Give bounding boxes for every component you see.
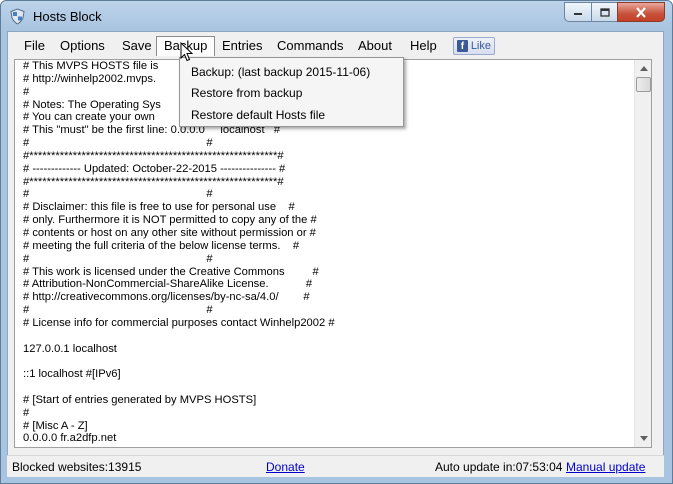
- menu-entries[interactable]: Entries: [215, 36, 269, 56]
- manual-update-link[interactable]: Manual update: [566, 460, 645, 474]
- menu-commands[interactable]: Commands: [270, 36, 350, 56]
- title-bar[interactable]: Hosts Block: [1, 1, 672, 32]
- hosts-file-line: # only. Furthermore it is NOT permitted …: [23, 214, 317, 227]
- hosts-file-line: 0.0.0.0 fr.a2dfp.net: [23, 432, 117, 445]
- menu-help[interactable]: Help: [403, 36, 444, 56]
- hosts-file-line: # This work is licensed under the Creati…: [23, 265, 319, 278]
- status-bar: Blocked websites:13915 Donate Auto updat…: [7, 455, 664, 477]
- menu-item-restore-default-hosts[interactable]: Restore default Hosts file: [191, 105, 325, 125]
- donate-link[interactable]: Donate: [266, 460, 305, 474]
- menu-file[interactable]: File: [17, 36, 52, 56]
- hosts-file-line: #: [23, 406, 30, 419]
- menu-item-backup-now[interactable]: Backup: (last backup 2015-11-06): [191, 62, 370, 82]
- hosts-file-line: # ------------- Updated: October-22-2015…: [23, 162, 286, 175]
- hosts-file-line: # #: [23, 252, 213, 265]
- hosts-file-line: ::1 localhost #[IPv6]: [23, 368, 121, 381]
- auto-update-timer: Auto update in:07:53:04: [435, 460, 563, 474]
- facebook-like-button[interactable]: f Like: [453, 37, 495, 55]
- hosts-file-line: # meeting the full criteria of the below…: [23, 239, 300, 252]
- hosts-file-line: [23, 381, 633, 394]
- facebook-like-label: Like: [470, 40, 491, 52]
- blocked-websites-count: Blocked websites:13915: [12, 460, 142, 474]
- arrow-up-icon: [639, 66, 648, 71]
- scroll-down-arrow[interactable]: [635, 430, 652, 447]
- scrollbar-thumb[interactable]: [636, 77, 651, 92]
- menu-save[interactable]: Save: [115, 36, 159, 56]
- shield-app-icon: [10, 8, 25, 25]
- hosts-file-line: # http://creativecommons.org/licenses/by…: [23, 291, 310, 304]
- mouse-pointer-icon: [180, 42, 194, 62]
- hosts-file-line: #***************************************…: [23, 149, 284, 162]
- hosts-file-line: # [Misc A - Z]: [23, 419, 88, 432]
- menu-item-restore-from-backup[interactable]: Restore from backup: [191, 83, 302, 103]
- hosts-file-line: # #: [23, 188, 213, 201]
- hosts-file-line: #***************************************…: [23, 175, 284, 188]
- hosts-file-line: # [Start of entries generated by MVPS HO…: [23, 393, 257, 406]
- hosts-file-line: # License info for commercial purposes c…: [23, 316, 335, 329]
- window-title: Hosts Block: [33, 9, 102, 24]
- hosts-file-line: # #: [23, 304, 213, 317]
- minimize-icon: [574, 13, 582, 15]
- hosts-file-line: # #: [23, 137, 213, 150]
- close-icon: [636, 6, 646, 18]
- maximize-button[interactable]: [591, 2, 618, 22]
- hosts-file-line: 127.0.0.1 localhost: [23, 342, 117, 355]
- maximize-icon: [599, 7, 610, 17]
- menu-about[interactable]: About: [351, 36, 399, 56]
- scroll-up-arrow[interactable]: [635, 60, 652, 77]
- vertical-scrollbar[interactable]: [634, 60, 651, 447]
- hosts-file-line: [23, 355, 633, 368]
- arrow-down-icon: [639, 436, 648, 441]
- backup-dropdown-menu: Backup: (last backup 2015-11-06) Restore…: [179, 57, 404, 127]
- close-button[interactable]: [617, 2, 665, 22]
- minimize-button[interactable]: [564, 2, 592, 22]
- hosts-file-line: # Disclaimer: this file is free to use f…: [23, 201, 295, 214]
- facebook-icon: f: [457, 40, 468, 52]
- menu-bar: File Options Save Backup Entries Command…: [8, 32, 663, 60]
- hosts-file-line: # contents or host on any other site wit…: [23, 226, 316, 239]
- menu-options[interactable]: Options: [53, 36, 112, 56]
- hosts-file-line: # Attribution-NonCommercial-ShareAlike L…: [23, 278, 313, 291]
- hosts-file-line: [23, 330, 633, 343]
